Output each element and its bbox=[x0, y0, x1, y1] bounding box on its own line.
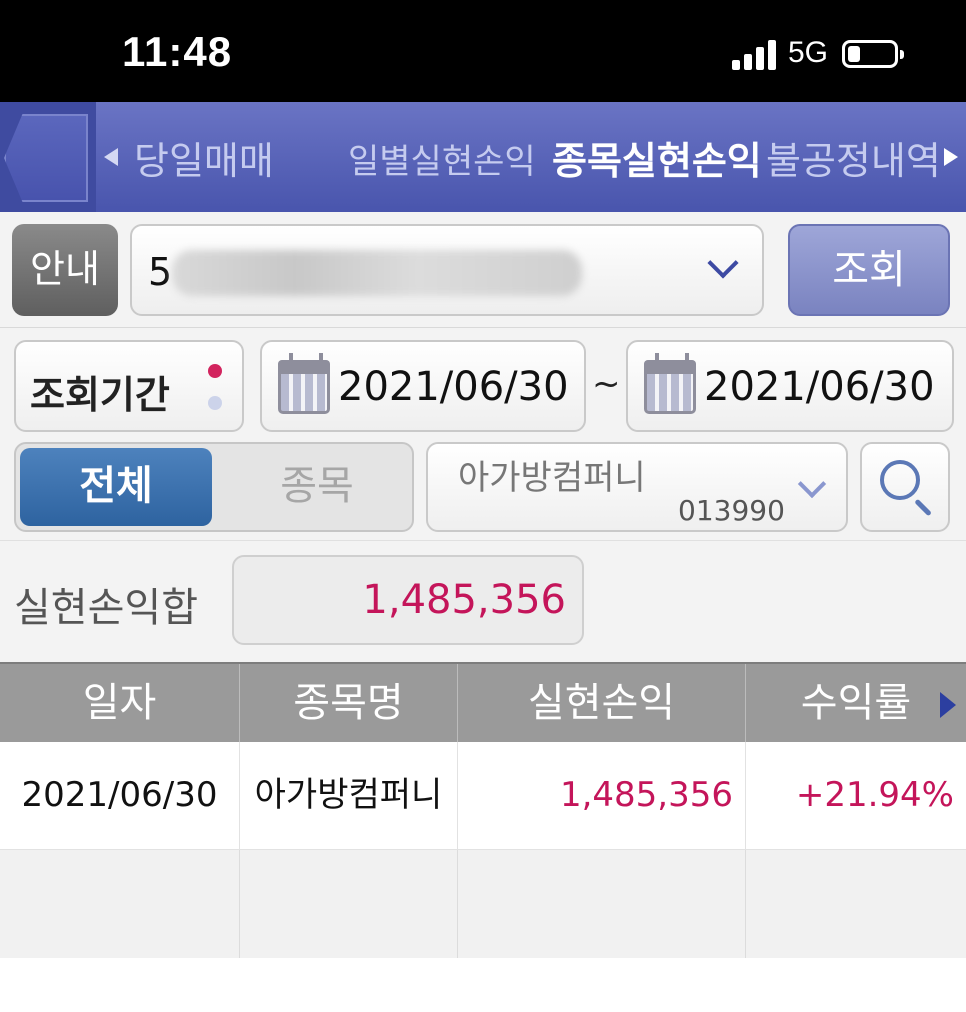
empty-cell bbox=[0, 850, 240, 958]
status-bar: 11:48 5G bbox=[0, 0, 966, 102]
period-label: 조회기간 bbox=[30, 373, 170, 417]
search-icon bbox=[880, 460, 920, 500]
row-stock-name: 아가방컴퍼니 bbox=[240, 742, 458, 850]
account-number-redacted bbox=[172, 250, 582, 296]
network-label: 5G bbox=[788, 36, 829, 69]
account-number: 5 bbox=[148, 250, 173, 294]
segment-all[interactable]: 전체 bbox=[20, 448, 212, 526]
column-return-rate: 수익률 bbox=[800, 680, 912, 726]
status-time: 11:48 bbox=[122, 28, 233, 75]
scroll-columns-right-icon[interactable] bbox=[940, 692, 956, 718]
empty-cell bbox=[746, 850, 966, 958]
scroll-left-arrow-icon[interactable] bbox=[104, 148, 118, 166]
start-date-field[interactable]: 2021/06/30 bbox=[260, 340, 586, 432]
info-button[interactable]: 안내 bbox=[12, 224, 118, 316]
tab-stock-realized-pnl[interactable]: 종목실현손익 bbox=[552, 130, 762, 185]
start-date-value: 2021/06/30 bbox=[338, 364, 569, 410]
chevron-down-icon bbox=[797, 469, 827, 499]
scroll-right-arrow-icon[interactable] bbox=[944, 148, 958, 166]
column-date: 일자 bbox=[0, 664, 240, 744]
tab-navigation: 당일매매 일별실현손익 종목실현손익 불공정내역 bbox=[0, 102, 966, 212]
back-arrow-icon bbox=[4, 114, 88, 202]
column-stock-name: 종목명 bbox=[240, 664, 458, 744]
total-value-box: 1,485,356 bbox=[232, 555, 584, 645]
row-return-rate: +21.94% bbox=[795, 775, 954, 815]
calendar-icon bbox=[644, 353, 696, 414]
table-row[interactable]: 2021/06/30 아가방컴퍼니 1,485,356 +21.94% bbox=[0, 742, 966, 850]
period-selector[interactable]: 조회기간 bbox=[14, 340, 244, 432]
scope-segmented-control: 전체 종목 bbox=[14, 442, 414, 532]
stock-search-button[interactable] bbox=[860, 442, 950, 532]
tab-daily-realized-pnl[interactable]: 일별실현손익 bbox=[348, 134, 536, 183]
period-dot-inactive-icon bbox=[208, 396, 222, 410]
search-icon-handle bbox=[914, 498, 932, 517]
tab-daily-trades[interactable]: 당일매매 bbox=[134, 130, 274, 185]
stock-select[interactable]: 아가방컴퍼니 013990 bbox=[426, 442, 848, 532]
date-range-separator: ~ bbox=[592, 364, 621, 404]
end-date-value: 2021/06/30 bbox=[704, 364, 935, 410]
empty-cell bbox=[240, 850, 458, 958]
signal-icon bbox=[732, 40, 778, 70]
total-summary-row: 실현손익합 1,485,356 bbox=[0, 540, 966, 662]
stock-name: 아가방컴퍼니 bbox=[458, 458, 646, 498]
back-button[interactable] bbox=[0, 102, 96, 212]
period-dot-active-icon bbox=[208, 364, 222, 378]
row-realized-pnl: 1,485,356 bbox=[458, 742, 746, 850]
calendar-icon bbox=[278, 353, 330, 414]
stock-code: 013990 bbox=[678, 494, 785, 527]
segment-stock[interactable]: 종목 bbox=[224, 448, 410, 526]
table-header: 일자 종목명 실현손익 수익률 bbox=[0, 662, 966, 744]
chevron-down-icon bbox=[707, 247, 739, 279]
tab-unfair-trades[interactable]: 불공정내역 bbox=[766, 130, 940, 185]
column-realized-pnl: 실현손익 bbox=[458, 664, 746, 744]
row-date: 2021/06/30 bbox=[0, 742, 240, 850]
account-select[interactable]: 5 bbox=[130, 224, 764, 316]
end-date-field[interactable]: 2021/06/30 bbox=[626, 340, 954, 432]
search-conditions: 조회기간 2021/06/30 ~ 2021/06/30 전체 종목 아가방컴퍼… bbox=[0, 328, 966, 540]
empty-cell bbox=[458, 850, 746, 958]
total-value: 1,485,356 bbox=[362, 577, 566, 623]
battery-icon bbox=[842, 40, 904, 68]
total-label: 실현손익합 bbox=[14, 585, 198, 631]
empty-table-row bbox=[0, 850, 966, 958]
account-row: 안내 5 조회 bbox=[0, 212, 966, 328]
query-button[interactable]: 조회 bbox=[788, 224, 950, 316]
